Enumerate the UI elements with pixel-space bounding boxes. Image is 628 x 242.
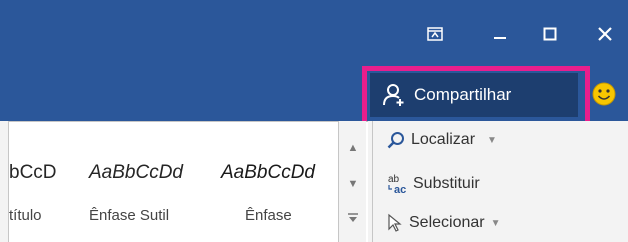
find-button[interactable]: Localizar ▼ [387, 131, 497, 149]
dropdown-arrow-icon: ▼ [487, 134, 497, 146]
style-label-enfase-sutil: Ênfase Sutil [89, 207, 170, 224]
style-label-titulo: título [9, 207, 42, 224]
feedback-smiley-button[interactable] [592, 82, 616, 106]
cursor-arrow-icon [388, 213, 402, 232]
replace-button[interactable]: ab ac Substituir [387, 173, 480, 195]
maximize-icon [543, 27, 557, 41]
replace-icon: ab ac [388, 174, 406, 195]
styles-scroll-column: ▲ ▼ [338, 121, 366, 242]
minimize-icon [494, 37, 506, 39]
styles-gallery: bCcD título AaBbCcDd Ênfase Sutil AaBbCc… [8, 121, 368, 242]
ribbon-display-icon [427, 27, 443, 41]
ribbon-display-options-button[interactable] [420, 22, 450, 46]
style-label-enfase: Ênfase [245, 207, 292, 224]
find-label: Localizar [411, 131, 476, 148]
maximize-button[interactable] [535, 22, 565, 46]
share-button-label: Compartilhar [414, 85, 512, 104]
person-add-icon [383, 84, 404, 106]
smiley-icon [592, 82, 616, 106]
expand-gallery-icon [348, 213, 358, 222]
dropdown-arrow-icon: ▼ [490, 217, 501, 229]
close-button[interactable] [590, 22, 620, 46]
search-icon [387, 132, 404, 149]
styles-scroll-down-button[interactable]: ▼ [343, 171, 363, 197]
svg-text:ac: ac [394, 184, 406, 195]
select-label: Selecionar [409, 214, 485, 231]
close-icon [598, 27, 612, 41]
chevron-up-icon: ▲ [347, 142, 359, 154]
style-sample-enfase[interactable]: AaBbCcDd [221, 162, 315, 184]
share-button[interactable]: Compartilhar [370, 73, 578, 117]
editing-group: Localizar ▼ ab ac Substituir Selecionar … [372, 121, 573, 242]
styles-more-button[interactable] [343, 205, 363, 231]
style-sample-titulo[interactable]: bCcD [9, 162, 57, 184]
style-sample-enfase-sutil[interactable]: AaBbCcDd [89, 162, 183, 184]
minimize-button[interactable] [485, 22, 515, 46]
chevron-down-icon: ▼ [347, 178, 359, 190]
replace-label: Substituir [413, 175, 480, 192]
select-button[interactable]: Selecionar ▼ [387, 213, 501, 233]
styles-scroll-up-button[interactable]: ▲ [343, 135, 363, 161]
